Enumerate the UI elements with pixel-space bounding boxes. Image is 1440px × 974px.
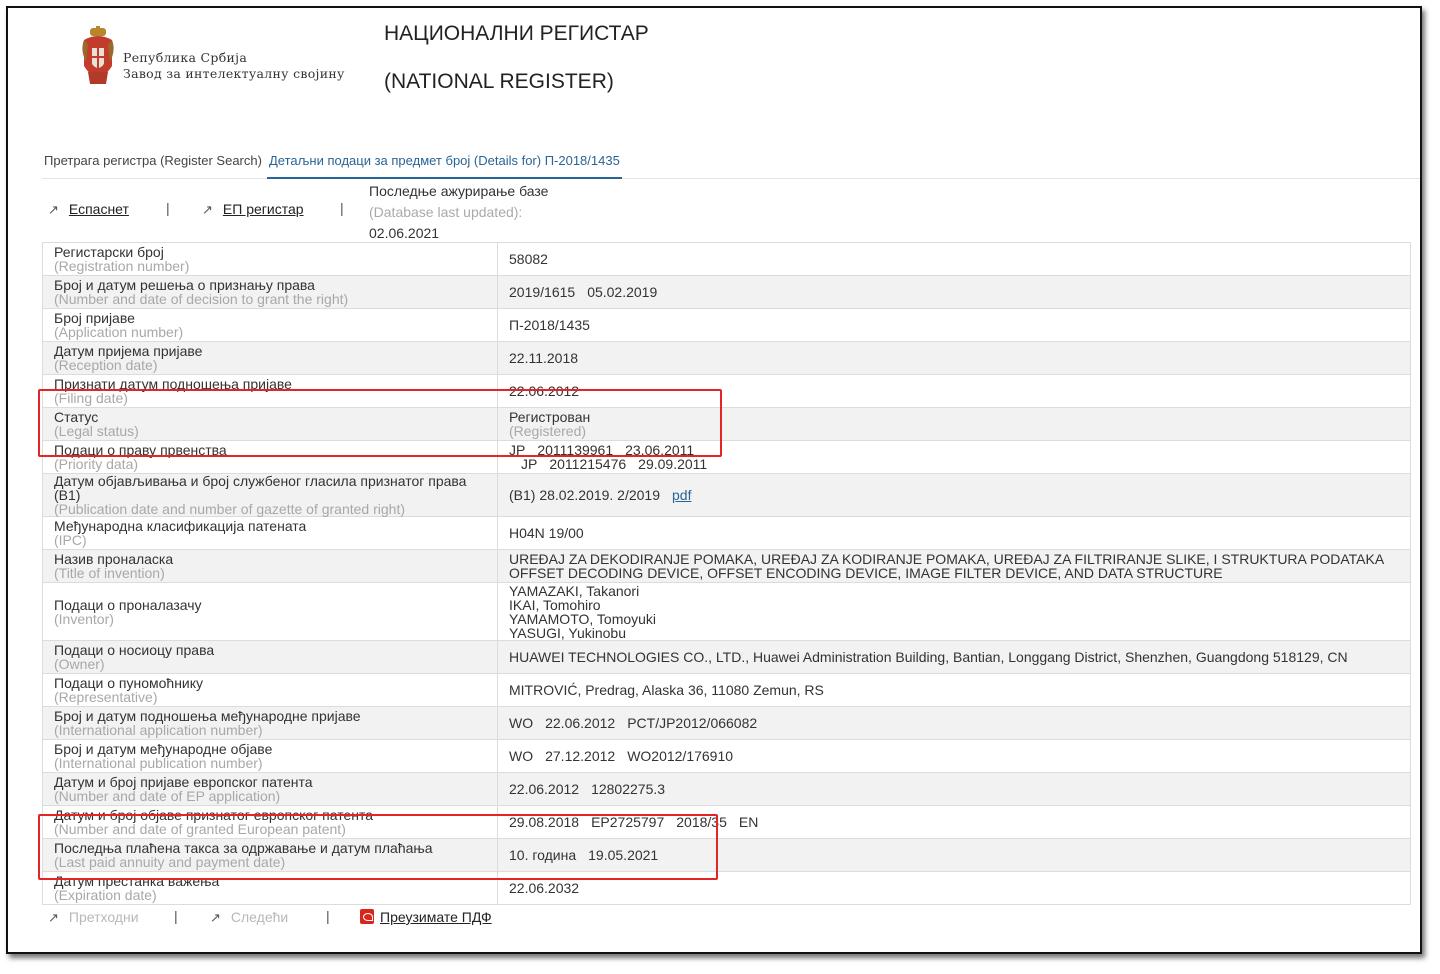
table-row: Међународна класификација патената (IPC) … (42, 516, 1411, 550)
owner: HUAWEI TECHNOLOGIES CO., LTD., Huawei Ad… (497, 640, 1411, 674)
previous-link-wrap: ↗ Претходни (48, 909, 139, 926)
inventor-name: YASUGI, Yukinobu (509, 624, 626, 641)
field-label: Број и датум подношења међународне прија… (42, 706, 498, 740)
table-row: Број пријаве (Application number) П-2018/… (42, 308, 1411, 342)
highlight-box-annuity (38, 814, 718, 880)
tab-details[interactable]: Детаљни подаци за предмет број (Details … (267, 152, 622, 179)
table-row: Број и датум међународне објаве (Internat… (42, 739, 1411, 773)
bottom-navigation: ↗ Претходни | ↗ Следећи | Преузимате ПДФ (42, 905, 642, 931)
separator: | (166, 200, 170, 216)
tab-register-search[interactable]: Претрага регистра (Register Search) (44, 152, 262, 177)
inventor-name: YAMAMOTO, Tomoyuki (509, 610, 657, 627)
field-label: Број и датум међународне објаве (Internat… (42, 739, 498, 773)
ep-register-link[interactable]: ЕП регистар (223, 201, 304, 217)
institution-line-1: Република Србија (123, 50, 248, 65)
registration-number: 58082 (497, 242, 1411, 276)
institution-name: Република Србија Завод за интелектуалну … (123, 50, 345, 82)
field-label: Међународна класификација патената (IPC) (42, 516, 498, 550)
next-link[interactable]: Следећи (231, 909, 288, 925)
external-link-icon: ↗ (48, 910, 59, 925)
field-label: Назив проналаска (Title of invention) (42, 549, 498, 583)
inventor-name: IKAI, Tomohiro (509, 596, 601, 613)
institution-line-2: Завод за интелектуалну својину (123, 66, 345, 81)
external-link-icon: ↗ (202, 202, 213, 217)
application-number: П-2018/1435 (497, 308, 1411, 342)
external-links-bar: ↗ Еспаснет | ↗ ЕП регистар | Последње ажур… (42, 181, 1412, 243)
field-label: Датум и број пријаве европског патента (N… (42, 772, 498, 806)
field-label: Број и датум решења о признању права (Num… (42, 275, 498, 309)
table-row: Датум пријема пријаве (Reception date) 22… (42, 341, 1411, 375)
table-row: Број и датум решења о признању права (Num… (42, 275, 1411, 309)
reception-date: 22.11.2018 (497, 341, 1411, 375)
inventor-name: YAMAZAKI, Takanori (509, 582, 640, 599)
invention-title: UREĐAJ ZA DEKODIRANJE POMAKA, UREĐAJ ZA … (497, 549, 1411, 583)
separator: | (340, 200, 344, 216)
table-row: Датум и број пријаве европског патента (N… (42, 772, 1411, 806)
field-label: Датум објављивања и број службеног гласи… (42, 473, 498, 517)
publication-data: (B1) 28.02.2019. 2/2019 pdf (497, 473, 1411, 517)
table-row: Регистарски број (Registration number) 58… (42, 242, 1411, 276)
page-title-english: (NATIONAL REGISTER) (384, 70, 614, 93)
representative: MITROVIĆ, Predrag, Alaska 36, 11080 Zemu… (497, 673, 1411, 707)
espacenet-link-wrap: ↗ Еспаснет (48, 201, 129, 218)
international-publication: WO 27.12.2012 WO2012/176910 (497, 739, 1411, 773)
decision-number-date: 2019/1615 05.02.2019 (497, 275, 1411, 309)
db-update-date: 02.06.2021 (369, 225, 440, 241)
database-update-info: Последње ажурирање базе (Database last u… (369, 181, 548, 244)
page-frame: Република Србија Завод за интелектуалну … (6, 6, 1422, 954)
tab-bar: Претрага регистра (Register Search) Дета… (42, 148, 1420, 179)
download-pdf-link[interactable]: Преузимате ПДФ (380, 909, 492, 925)
separator: | (174, 908, 178, 924)
inventors: YAMAZAKI, Takanori IKAI, Tomohiro YAMAMO… (497, 582, 1411, 641)
field-label: Број пријаве (Application number) (42, 308, 498, 342)
priority-item: JP 2011215476 29.09.2011 (521, 456, 708, 472)
external-link-icon: ↗ (48, 202, 59, 217)
field-label: Подаци о носиоцу права (Owner) (42, 640, 498, 674)
separator: | (326, 908, 330, 924)
download-pdf-wrap: Преузимате ПДФ (360, 909, 492, 925)
espacenet-link[interactable]: Еспаснет (69, 201, 129, 217)
field-label: Регистарски број (Registration number) (42, 242, 498, 276)
table-row: Назив проналаска (Title of invention) URE… (42, 549, 1411, 583)
coat-of-arms-icon (82, 26, 114, 84)
db-update-label-english: (Database last updated): (369, 204, 523, 220)
external-link-icon: ↗ (210, 910, 221, 925)
highlight-box-status (38, 389, 722, 457)
field-label: Подаци о пуномоћнику (Representative) (42, 673, 498, 707)
international-application: WO 22.06.2012 PCT/JP2012/066082 (497, 706, 1411, 740)
previous-link[interactable]: Претходни (69, 909, 139, 925)
pdf-link[interactable]: pdf (672, 487, 691, 503)
table-row: Подаци о пуномоћнику (Representative) MIT… (42, 673, 1411, 707)
ep-application: 22.06.2012 12802275.3 (497, 772, 1411, 806)
table-row: Подаци о проналазачу (Inventor) YAMAZAKI,… (42, 582, 1411, 641)
field-label: Датум пријема пријаве (Reception date) (42, 341, 498, 375)
table-row: Број и датум подношења међународне прија… (42, 706, 1411, 740)
register-details-table: Регистарски број (Registration number) 58… (42, 242, 1411, 905)
page-title: НАЦИОНАЛНИ РЕГИСТАР (384, 22, 649, 45)
next-link-wrap: ↗ Следећи (210, 909, 288, 926)
field-label: Подаци о проналазачу (Inventor) (42, 582, 498, 641)
table-row: Датум објављивања и број службеног гласи… (42, 473, 1411, 517)
pdf-icon (360, 909, 374, 924)
ipc-classification: H04N 19/00 (497, 516, 1411, 550)
table-row: Подаци о носиоцу права (Owner) HUAWEI TEC… (42, 640, 1411, 674)
db-update-label: Последње ажурирање базе (369, 183, 549, 199)
ep-register-link-wrap: ↗ ЕП регистар (202, 201, 304, 218)
